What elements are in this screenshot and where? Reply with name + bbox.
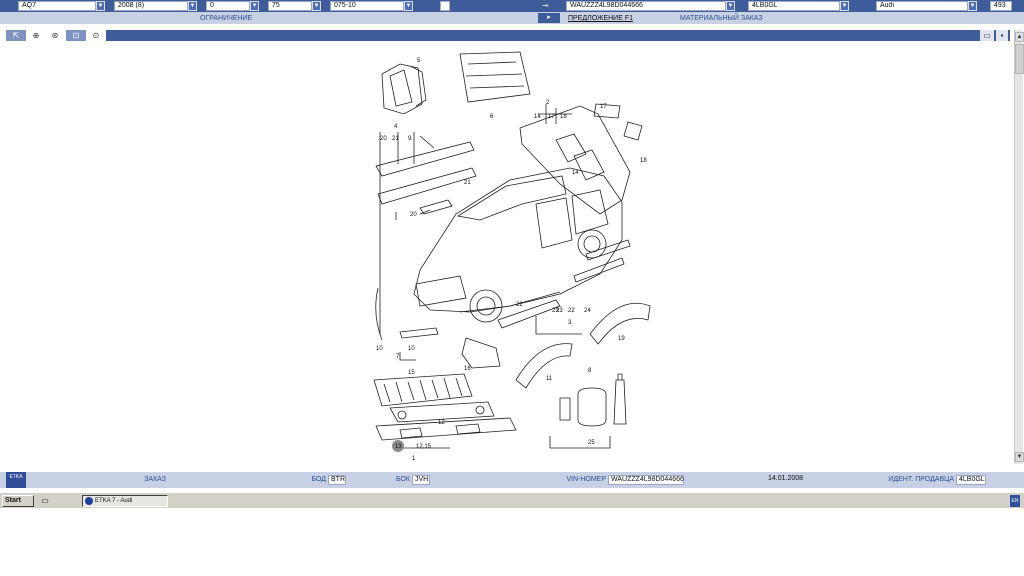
print-icon[interactable]: ▭ (980, 30, 994, 41)
callout: 3 (568, 320, 572, 326)
scroll-down-icon[interactable]: ▼ (1015, 452, 1024, 462)
callout: 6 (490, 114, 494, 120)
callout: 22 (516, 302, 523, 308)
callout: 2 (546, 100, 550, 106)
callout: 9 (408, 136, 412, 142)
expand-icon[interactable]: ▪ (996, 30, 1008, 41)
zoom-in-icon[interactable]: ⊕ (30, 30, 42, 41)
scroll-thumb[interactable] (1015, 44, 1024, 74)
zoom-window-icon[interactable]: ⊡ (66, 30, 86, 41)
year-select[interactable]: 2008 (8) (114, 1, 188, 11)
field4-dropdown-icon[interactable]: ▼ (312, 1, 321, 11)
exploded-view-drawing: 5 6 2 14 17 18 17 4 20 21 9 18 21 14 20 … (373, 51, 651, 462)
number-field[interactable]: 493 (990, 1, 1012, 11)
order-link[interactable]: ЗАКАЗ (130, 475, 166, 485)
callout: 18 (560, 114, 567, 120)
callout: 14 (572, 170, 579, 176)
code-select[interactable]: 4LB0GL (748, 1, 840, 11)
arrow-right-icon[interactable]: ▸ (538, 13, 560, 23)
year-dropdown-icon[interactable]: ▼ (188, 1, 197, 11)
callout: 5 (417, 58, 421, 64)
callout: 19 (618, 336, 625, 342)
bod-value: BTR (328, 475, 346, 485)
callout: 17 (600, 104, 607, 110)
callout: 21 (464, 180, 471, 186)
desktop-icon[interactable]: ▭ (38, 495, 52, 507)
taskbar-item-label: ETKA 7 - Audi (95, 498, 133, 504)
app-icon (85, 497, 93, 505)
select-tool-icon[interactable]: ⇱ (6, 30, 26, 41)
top-selector-bar: AQ7 ▼ 2008 (8) ▼ 0 ▼ 75 ▼ 075-10 ▼ ⊸ WAU… (0, 0, 1024, 12)
parts-diagram[interactable]: 5 6 2 14 17 18 17 4 20 21 9 18 21 14 20 … (360, 44, 660, 468)
callout: 1 (412, 456, 416, 462)
date-value: 14.01.2008 (768, 475, 804, 482)
zoom-fit-icon[interactable]: ⊙ (90, 30, 102, 41)
dealer-value: 4LB0GL (956, 475, 986, 485)
bok-value: JVH (412, 475, 430, 485)
dealer-label: ИДЕНТ. ПРОДАВЦА (888, 476, 954, 483)
callout: 4 (394, 124, 398, 130)
vin-label: VIN-НОМЕР (566, 476, 606, 483)
toolbar-tools: ⇱ ⊕ ⊛ ⊡ ⊙ (0, 30, 105, 41)
model-dropdown-icon[interactable]: ▼ (96, 1, 105, 11)
brand-select[interactable]: Audi (876, 1, 968, 11)
callout: 16 (464, 366, 471, 372)
callout: 24 (584, 308, 591, 314)
zoom-area-icon[interactable]: ⊛ (48, 30, 62, 41)
callout: 20 (380, 136, 387, 142)
vin-dropdown-icon[interactable]: ▼ (726, 1, 735, 11)
callout: 12,15 (416, 444, 432, 450)
callout: 23 (556, 308, 563, 314)
etka-logo: ETKA (6, 472, 26, 488)
field4-select[interactable]: 75 (268, 1, 312, 11)
toolbar: ▭ ▪ (106, 30, 1010, 41)
callout: 10 (408, 346, 415, 352)
callout: 20 (410, 212, 417, 218)
catalog-dropdown-icon[interactable]: ▼ (404, 1, 413, 11)
callout: 25 (588, 440, 595, 446)
callout: 10 (376, 346, 383, 352)
key-icon: ⊸ (542, 1, 549, 10)
filter-checkbox[interactable] (440, 1, 450, 11)
callout: 22 (568, 308, 575, 314)
language-indicator[interactable]: EN (1010, 495, 1020, 507)
status-bar: ETKA ЗАКАЗ БОД BTR БОК JVH VIN-НОМЕР WAU… (0, 472, 1024, 488)
callout: 11 (546, 376, 553, 382)
material-order-link[interactable]: МАТЕРИАЛЬНЫЙ ЗАКАЗ (680, 14, 763, 23)
vertical-scrollbar[interactable]: ▲ ▼ (1014, 30, 1024, 464)
field3-dropdown-icon[interactable]: ▼ (250, 1, 259, 11)
brand-dropdown-icon[interactable]: ▼ (968, 1, 977, 11)
bod-label: БОД (311, 476, 326, 483)
bok-label: БОК (395, 476, 410, 483)
start-button[interactable]: Start (2, 495, 34, 507)
callout: 15 (408, 370, 415, 376)
callout: 21 (392, 136, 399, 142)
callout: 13 (395, 444, 402, 450)
proposal-link[interactable]: ПРЕДЛОЖЕНИЕ F1 (568, 14, 633, 23)
windows-taskbar: Start ▭ ETKA 7 - Audi EN (0, 492, 1024, 508)
restriction-link[interactable]: ОГРАНИЧЕНИЕ (200, 14, 252, 23)
sub-bar: ОГРАНИЧЕНИЕ ▸ ПРЕДЛОЖЕНИЕ F1 МАТЕРИАЛЬНЫ… (0, 12, 1024, 25)
scroll-up-icon[interactable]: ▲ (1015, 32, 1024, 42)
field3-select[interactable]: 0 (206, 1, 250, 11)
callout: 18 (640, 158, 647, 164)
vin-select[interactable]: WAUZZZ4L98D044666 (566, 1, 726, 11)
code-dropdown-icon[interactable]: ▼ (840, 1, 849, 11)
callout: 17 (548, 114, 555, 120)
callout: 12 (438, 420, 445, 426)
vin-value: WAUZZZ4L98D044666 (608, 475, 684, 485)
model-select[interactable]: AQ7 (18, 1, 96, 11)
taskbar-item-etka[interactable]: ETKA 7 - Audi (82, 495, 168, 507)
callout: 8 (588, 368, 592, 374)
callout: 14 (534, 114, 541, 120)
callout: 7 (396, 354, 400, 360)
catalog-select[interactable]: 075-10 (330, 1, 404, 11)
